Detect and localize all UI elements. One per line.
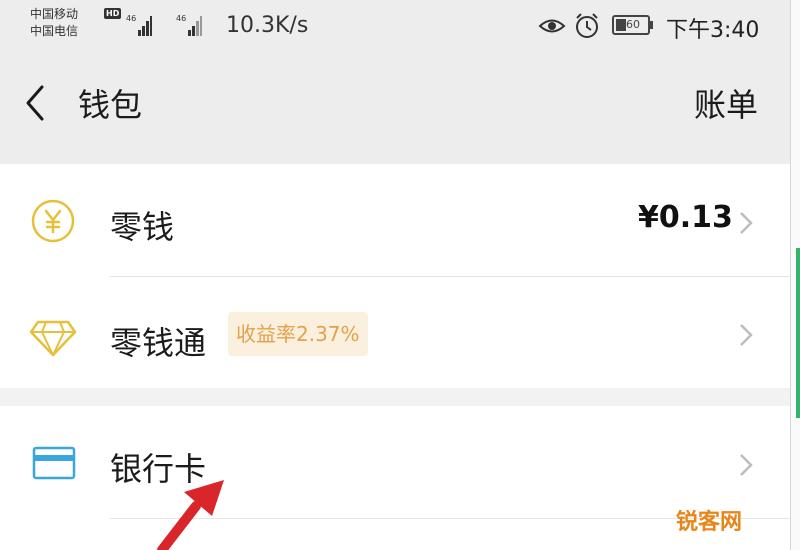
carrier-info: 中国移动 中国电信: [30, 6, 78, 40]
carrier-2: 中国电信: [30, 24, 79, 38]
change-label: 零钱: [110, 208, 175, 246]
battery-level: 60: [626, 18, 640, 31]
page-title: 钱包: [78, 86, 143, 124]
status-bar: 中国移动 中国电信 HD 46 46 10.3K/s 60 下午3:40: [0, 0, 790, 52]
red-annotation-arrow-icon: [157, 480, 224, 550]
signal-1-icon: 46: [126, 14, 152, 36]
yield-rate-badge: 收益率2.37%: [228, 312, 368, 356]
list-item-change[interactable]: 零钱 ¥0.13: [0, 164, 790, 276]
signal-2-icon: 46: [176, 14, 202, 36]
list-item-bank-card[interactable]: 银行卡: [0, 406, 790, 518]
back-arrow-icon[interactable]: [22, 83, 48, 123]
chevron-right-icon: [740, 324, 753, 346]
status-time: 下午3:40: [666, 18, 760, 43]
yuan-coin-icon: [31, 199, 75, 243]
lingqiantong-label: 零钱通: [110, 324, 207, 362]
battery-tip: [650, 21, 653, 29]
chevron-right-icon: [740, 454, 753, 476]
network-2-label: 46: [176, 14, 186, 23]
change-balance: ¥0.13: [638, 200, 733, 235]
wallet-card-group-1: 零钱 ¥0.13 零钱通 收益率2.37%: [0, 164, 790, 388]
chevron-right-icon: [740, 212, 753, 234]
bank-card-icon: [32, 446, 76, 480]
eye-icon: [538, 19, 566, 33]
diamond-icon: [29, 320, 77, 357]
right-edge-accent: [796, 248, 800, 418]
wallet-card-group-2: 银行卡: [0, 406, 790, 550]
list-item-lingqiantong[interactable]: 零钱通 收益率2.37%: [0, 276, 790, 388]
network-1-label: 46: [126, 14, 136, 23]
hd-badge: HD: [104, 8, 122, 19]
network-speed: 10.3K/s: [226, 13, 309, 38]
watermark-logo: 锐客网: [676, 510, 743, 535]
battery-icon: 60: [612, 15, 650, 35]
carrier-1: 中国移动: [30, 7, 79, 21]
alarm-icon: [576, 13, 598, 38]
bills-button[interactable]: 账单: [694, 80, 758, 126]
